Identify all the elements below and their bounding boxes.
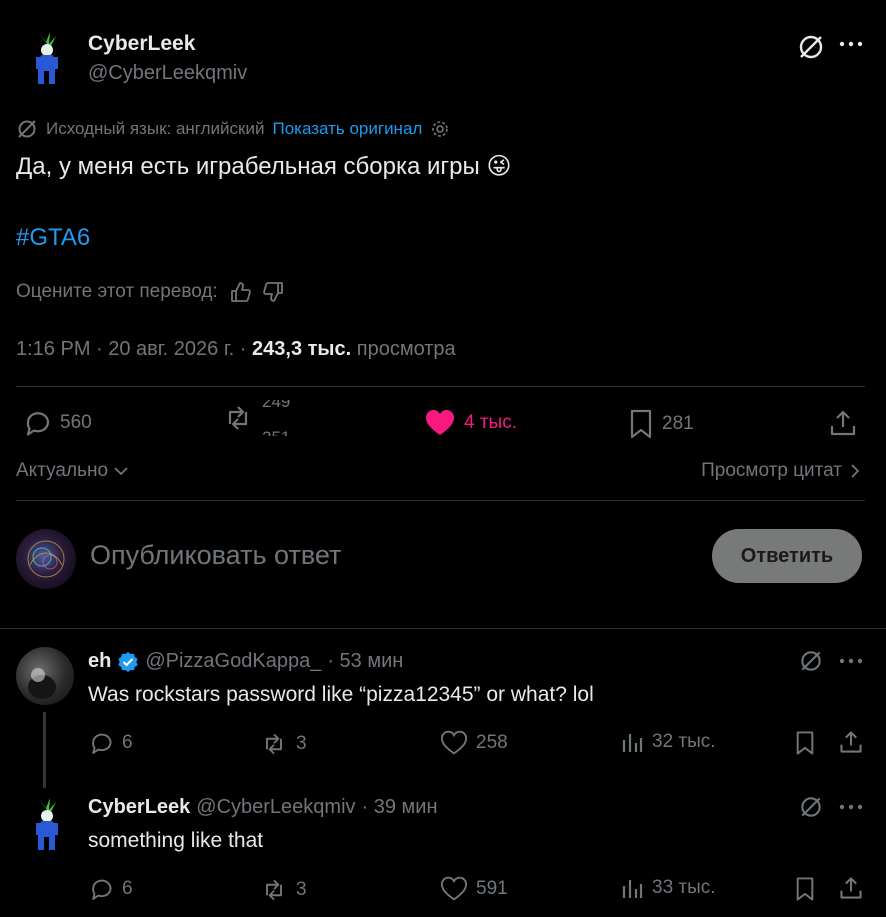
- hashtag-link[interactable]: #GTA6: [16, 224, 90, 252]
- sort-dropdown[interactable]: Актуально: [16, 460, 130, 482]
- reply-composer-input[interactable]: Опубликовать ответ: [90, 540, 341, 571]
- grok-icon[interactable]: [798, 648, 824, 674]
- reply-time[interactable]: · 39 мин: [362, 796, 438, 819]
- repost-icon: [222, 402, 254, 434]
- share-icon[interactable]: [838, 729, 864, 755]
- reply-submit-button[interactable]: Ответить: [712, 529, 862, 583]
- reply-repost-count: 3: [296, 733, 307, 754]
- reply-icon: [22, 408, 52, 438]
- heart-filled-icon: [424, 408, 456, 438]
- more-options-icon[interactable]: [838, 651, 864, 671]
- views-chart-icon: [620, 876, 644, 900]
- repost-count-bottom: 251: [262, 428, 290, 436]
- reply-action[interactable]: 560: [22, 408, 92, 438]
- reply-views-action[interactable]: 32 тыс.: [620, 730, 716, 754]
- reply-repost-action[interactable]: 3: [260, 876, 307, 904]
- reply-repost-action[interactable]: 3: [260, 730, 307, 758]
- translate-icon: [16, 118, 38, 140]
- author-avatar[interactable]: [16, 28, 76, 88]
- more-options-icon[interactable]: [838, 34, 864, 54]
- reply-reply-count: 6: [122, 732, 133, 753]
- reply-views-count: 33 тыс.: [652, 877, 716, 898]
- reply-reply-action[interactable]: 6: [88, 730, 133, 756]
- view-quotes-label: Просмотр цитат: [701, 460, 842, 481]
- reply-author-name[interactable]: CyberLeek: [88, 796, 190, 819]
- reply-avatar[interactable]: [16, 794, 76, 854]
- chevron-down-icon: [112, 462, 130, 480]
- bookmark-icon[interactable]: [794, 876, 816, 902]
- reply-text: something like that: [88, 829, 264, 852]
- show-original-link[interactable]: Показать оригинал: [272, 119, 422, 139]
- views-label: просмотра: [351, 338, 456, 360]
- translation-notice: Исходный язык: английский Показать ориги…: [16, 118, 450, 140]
- author-name[interactable]: CyberLeek: [88, 32, 195, 56]
- reply-views-action[interactable]: 33 тыс.: [620, 876, 716, 900]
- verified-badge-icon: [117, 651, 139, 673]
- repost-count-top: 249: [262, 400, 291, 411]
- author-handle[interactable]: @CyberLeekqmiv: [88, 62, 247, 85]
- reply-author-handle[interactable]: @CyberLeekqmiv: [196, 796, 355, 819]
- views-chart-icon: [620, 730, 644, 754]
- bookmark-action[interactable]: 281: [628, 408, 694, 440]
- reply-icon: [88, 730, 114, 756]
- reply-avatar[interactable]: [16, 647, 74, 705]
- reply-time[interactable]: · 53 мин: [327, 650, 403, 673]
- like-count: 4 тыс.: [464, 412, 517, 433]
- reply-icon: [88, 876, 114, 902]
- heart-icon: [440, 730, 468, 756]
- reply-like-count: 591: [476, 878, 508, 899]
- divider: [0, 628, 886, 629]
- repost-icon: [260, 730, 288, 758]
- divider: [16, 386, 865, 387]
- repost-icon: [260, 876, 288, 904]
- views-count: 243,3 тыс.: [252, 338, 352, 360]
- share-icon[interactable]: [828, 408, 858, 438]
- reply-reply-count: 6: [122, 878, 133, 899]
- repost-counter: 249 251: [262, 400, 302, 436]
- reply-header: eh @PizzaGodKappa_ · 53 мин: [88, 650, 403, 673]
- like-action[interactable]: 4 тыс.: [424, 408, 517, 438]
- share-icon[interactable]: [838, 875, 864, 901]
- settings-gear-icon[interactable]: [430, 119, 450, 139]
- thumbs-down-icon[interactable]: [262, 280, 286, 304]
- reply-like-action[interactable]: 591: [440, 876, 508, 902]
- sort-label: Актуально: [16, 460, 109, 481]
- post-text: Да, у меня есть играбельная сборка игры …: [16, 153, 512, 180]
- more-options-icon[interactable]: [838, 797, 864, 817]
- reply-header: CyberLeek @CyberLeekqmiv · 39 мин: [88, 796, 438, 819]
- grok-icon[interactable]: [798, 794, 824, 820]
- bookmark-icon: [628, 408, 654, 440]
- repost-action[interactable]: 249 251: [222, 400, 302, 436]
- reply-count: 560: [60, 412, 92, 433]
- post-meta: 1:16 PM · 20 авг. 2026 г. · 243,3 тыс. п…: [16, 338, 456, 361]
- bookmark-count: 281: [662, 413, 694, 434]
- thread-line: [43, 712, 46, 788]
- reply-reply-action[interactable]: 6: [88, 876, 133, 902]
- thumbs-up-icon[interactable]: [228, 280, 252, 304]
- reply-repost-count: 3: [296, 879, 307, 900]
- translation-notice-text: Исходный язык: английский: [46, 119, 265, 138]
- rate-translation-label: Оцените этот перевод:: [16, 281, 218, 302]
- reply-like-action[interactable]: 258: [440, 730, 508, 756]
- reply-views-count: 32 тыс.: [652, 731, 716, 752]
- grok-icon[interactable]: [796, 32, 826, 62]
- bookmark-icon[interactable]: [794, 730, 816, 756]
- rate-translation: Оцените этот перевод:: [16, 280, 286, 304]
- view-quotes-link[interactable]: Просмотр цитат: [701, 460, 862, 482]
- heart-icon: [440, 876, 468, 902]
- chevron-right-icon: [848, 462, 862, 480]
- reply-author-handle[interactable]: @PizzaGodKappa_: [145, 650, 321, 673]
- reply-author-name[interactable]: eh: [88, 650, 111, 673]
- current-user-avatar[interactable]: [16, 529, 76, 589]
- post-timestamp[interactable]: 1:16 PM · 20 авг. 2026 г. ·: [16, 338, 252, 360]
- reply-text: Was rockstars password like “pizza12345”…: [88, 683, 594, 706]
- reply-like-count: 258: [476, 732, 508, 753]
- divider: [16, 500, 865, 501]
